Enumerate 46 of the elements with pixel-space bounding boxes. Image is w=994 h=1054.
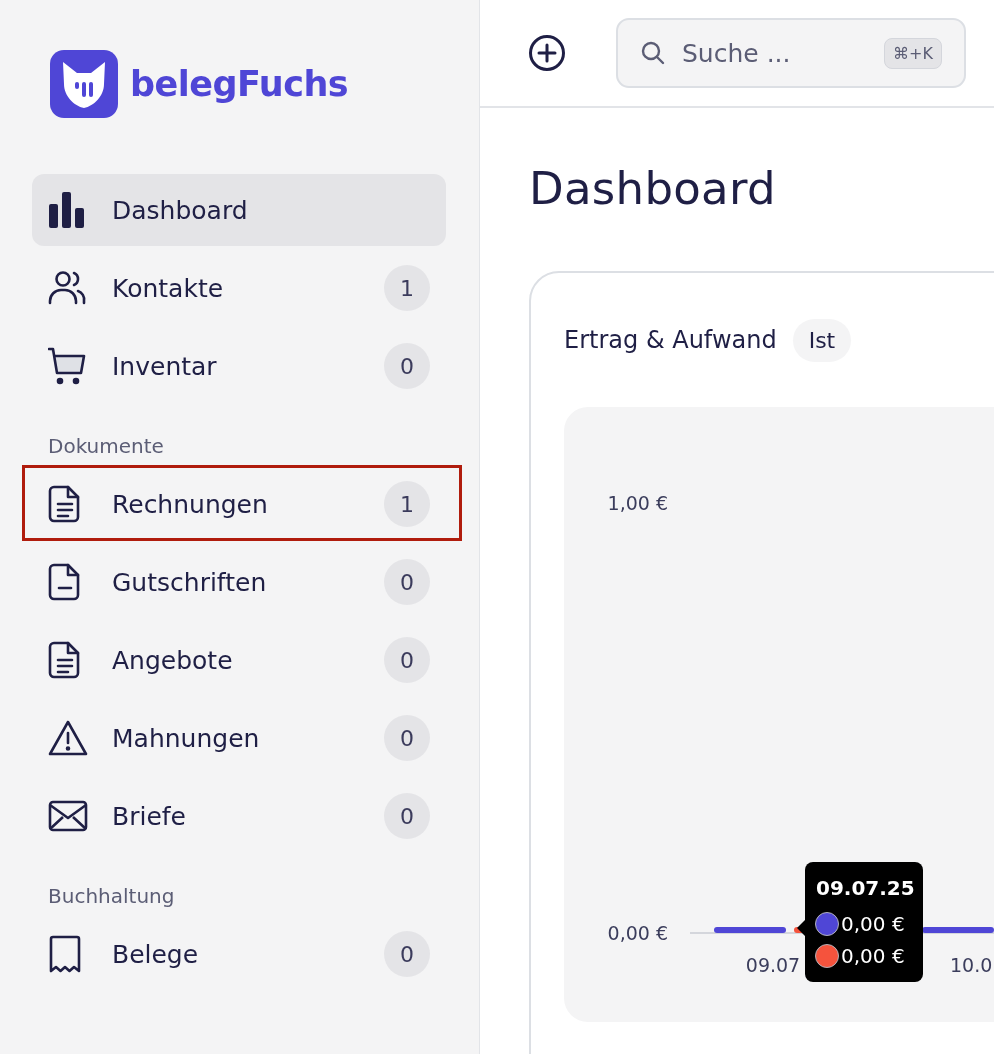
count-badge: 0 bbox=[384, 931, 430, 977]
search-field[interactable]: Suche ... ⌘+K bbox=[616, 18, 966, 88]
count-badge: 1 bbox=[384, 265, 430, 311]
nav-item[interactable]: Belege 0 bbox=[32, 918, 446, 990]
nav-item[interactable]: Mahnungen 0 bbox=[32, 702, 446, 774]
bar-chart-icon bbox=[48, 192, 86, 228]
count-badge: 1 bbox=[384, 481, 430, 527]
cart-icon bbox=[48, 347, 86, 385]
axis-label: 10.0 bbox=[950, 954, 993, 976]
axis-label: 0,00 € bbox=[607, 922, 668, 944]
warning-icon bbox=[48, 720, 88, 756]
search-icon bbox=[640, 40, 666, 66]
nav-item[interactable]: Gutschriften 0 bbox=[32, 546, 446, 618]
tooltip-value: 0,00 € bbox=[841, 944, 905, 968]
status-badge: Ist bbox=[792, 318, 852, 362]
nav-item[interactable]: Inventar 0 bbox=[32, 330, 446, 402]
document-icon bbox=[48, 641, 82, 679]
page-title: Dashboard bbox=[529, 162, 777, 215]
document-icon bbox=[48, 485, 82, 523]
count-badge: 0 bbox=[384, 637, 430, 683]
nav-item[interactable]: Angebote 0 bbox=[32, 624, 446, 696]
brand-name: belegFuchs bbox=[130, 64, 349, 104]
nav-item[interactable]: Briefe 0 bbox=[32, 780, 446, 852]
document-minus-icon bbox=[48, 563, 82, 601]
receipt-icon bbox=[48, 935, 82, 973]
users-icon bbox=[48, 270, 86, 306]
shortcut-hint: ⌘+K bbox=[884, 37, 942, 69]
axis-label: 09.07 bbox=[745, 954, 801, 976]
tooltip-date: 09.07.25 bbox=[816, 876, 913, 900]
mail-icon bbox=[48, 800, 88, 832]
axis-label: 1,00 € bbox=[607, 492, 668, 514]
tooltip-value: 0,00 € bbox=[841, 912, 905, 936]
search-input[interactable]: Suche ... bbox=[680, 37, 885, 69]
bar bbox=[714, 927, 786, 933]
count-badge: 0 bbox=[384, 793, 430, 839]
nav-item[interactable]: Kontakte 1 bbox=[32, 252, 446, 324]
fox-logo-icon bbox=[50, 50, 118, 118]
card-title: Ertrag & Aufwand bbox=[564, 326, 777, 354]
add-icon[interactable] bbox=[528, 34, 566, 72]
count-badge: 0 bbox=[384, 715, 430, 761]
count-badge: 0 bbox=[384, 343, 430, 389]
section-heading: Buchhaltung bbox=[48, 884, 176, 908]
section-heading: Dokumente bbox=[48, 434, 165, 458]
bar bbox=[922, 927, 994, 933]
nav-item[interactable]: Dashboard bbox=[32, 174, 446, 246]
count-badge: 0 bbox=[384, 559, 430, 605]
